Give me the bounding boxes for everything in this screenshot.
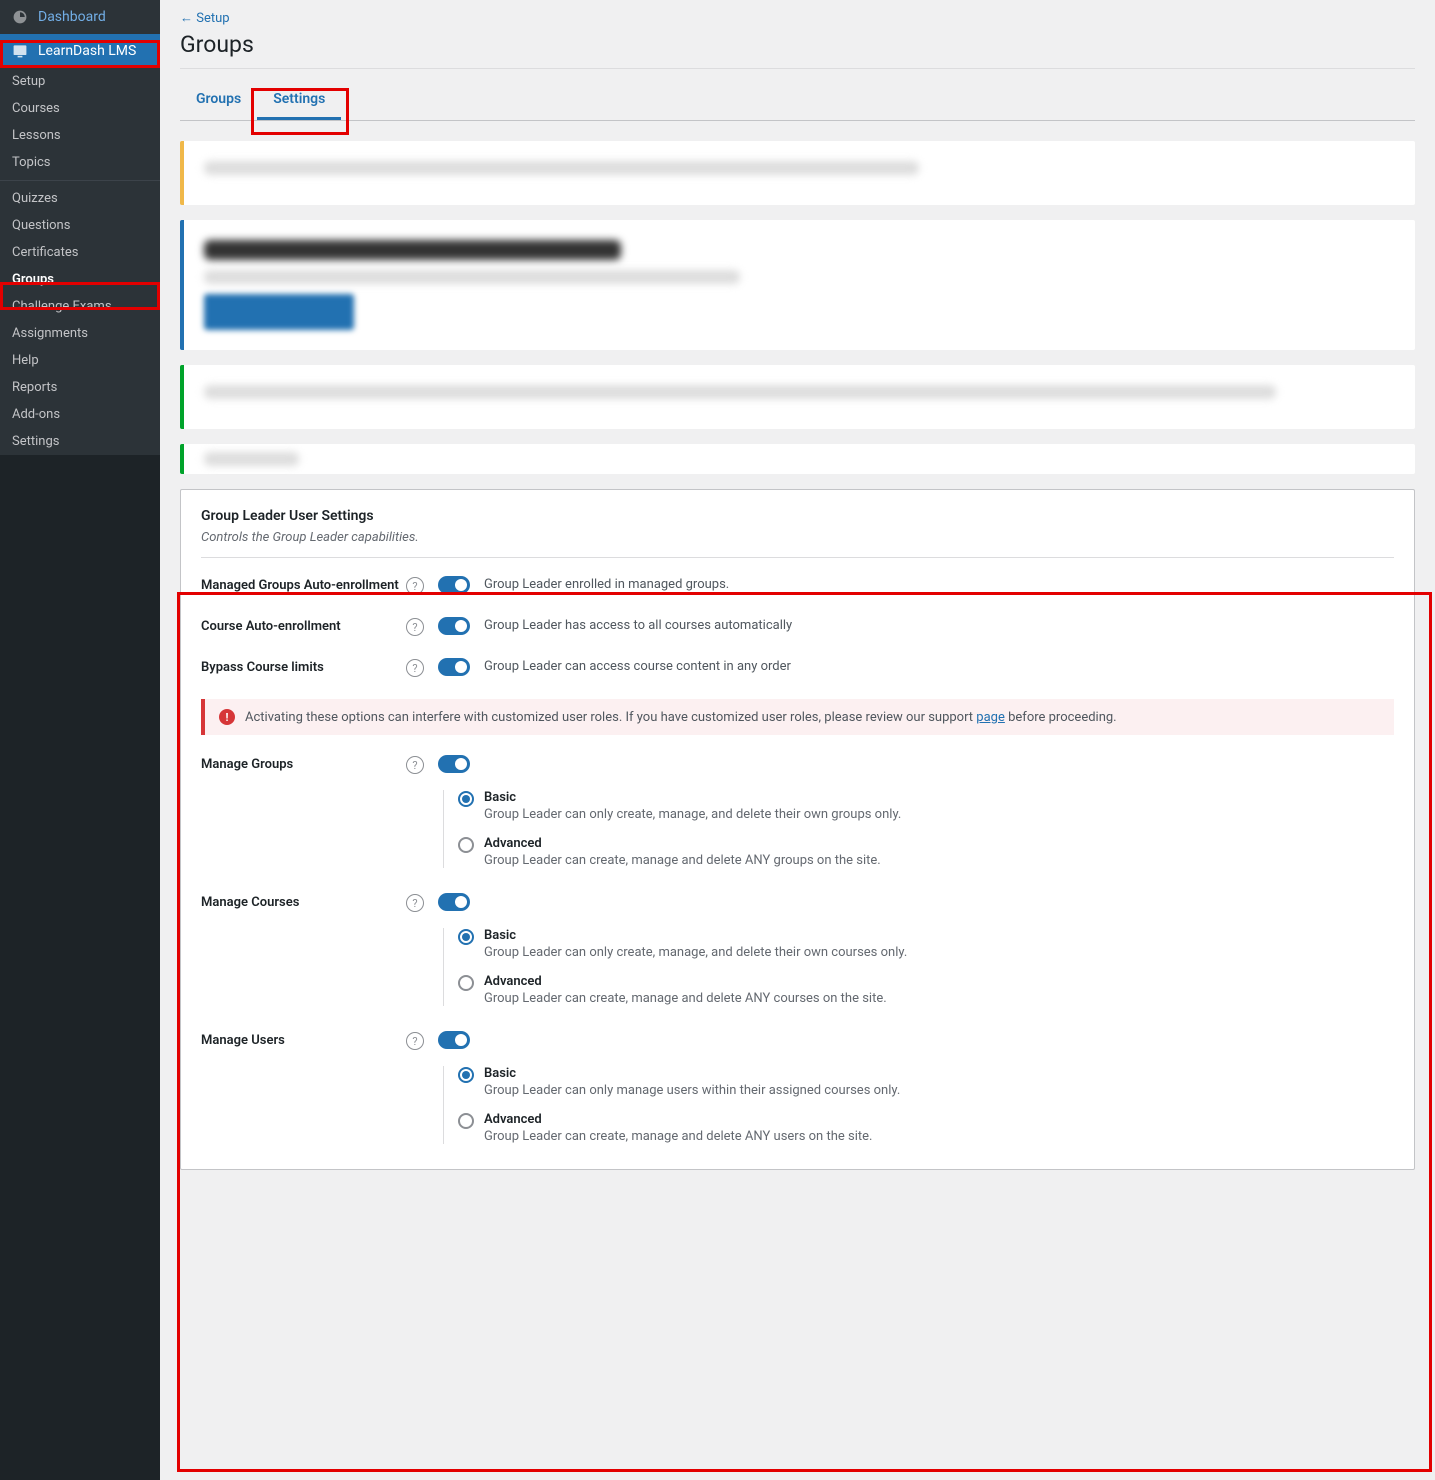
panel-description: Controls the Group Leader capabilities.: [201, 530, 1394, 558]
label-manage-groups: Manage Groups: [201, 755, 406, 772]
sidebar-item-questions[interactable]: Questions: [0, 212, 160, 239]
label-manage-courses: Manage Courses: [201, 893, 406, 910]
option-desc: Group Leader can create, manage and dele…: [484, 853, 881, 868]
label-course-autoenroll: Course Auto-enrollment: [201, 617, 406, 634]
sidebar-dashboard[interactable]: Dashboard: [0, 0, 160, 34]
warning-text-pre: Activating these options can interfere w…: [245, 710, 976, 725]
sidebar-item-courses[interactable]: Courses: [0, 95, 160, 122]
sidebar-submenu: Setup Courses Lessons Topics Quizzes Que…: [0, 68, 160, 455]
help-icon[interactable]: ?: [406, 1032, 424, 1050]
warning-notice: ! Activating these options can interfere…: [201, 699, 1394, 735]
radio-manage-courses-basic[interactable]: [458, 929, 474, 945]
option-title: Advanced: [484, 1112, 872, 1127]
help-icon[interactable]: ?: [406, 756, 424, 774]
radio-manage-users-basic[interactable]: [458, 1067, 474, 1083]
tab-groups[interactable]: Groups: [180, 81, 257, 120]
main-content: Setup Groups Groups Settings Group Leade…: [160, 0, 1435, 1480]
alert-icon: !: [219, 709, 235, 725]
toggle-managed-groups-autoenroll[interactable]: [438, 576, 470, 594]
label-managed-groups-autoenroll: Managed Groups Auto-enrollment: [201, 576, 406, 593]
option-title: Basic: [484, 790, 901, 805]
label-manage-users: Manage Users: [201, 1031, 406, 1048]
option-desc: Group Leader can create, manage and dele…: [484, 991, 887, 1006]
toggle-manage-courses[interactable]: [438, 893, 470, 911]
option-title: Basic: [484, 1066, 900, 1081]
notice-box-1: [180, 141, 1415, 205]
warning-support-link[interactable]: page: [976, 710, 1005, 725]
help-icon[interactable]: ?: [406, 894, 424, 912]
toggle-course-autoenroll[interactable]: [438, 617, 470, 635]
page-title: Groups: [180, 31, 1415, 69]
learndash-icon: [10, 41, 30, 61]
sidebar-item-groups[interactable]: Groups: [0, 266, 160, 293]
notice-box-4: [180, 444, 1415, 474]
desc-managed-groups-autoenroll: Group Leader enrolled in managed groups.: [484, 576, 729, 592]
radio-manage-courses-advanced[interactable]: [458, 975, 474, 991]
sidebar-dashboard-label: Dashboard: [38, 9, 106, 25]
desc-course-autoenroll: Group Leader has access to all courses a…: [484, 617, 792, 633]
sidebar-item-quizzes[interactable]: Quizzes: [0, 185, 160, 212]
toggle-manage-groups[interactable]: [438, 755, 470, 773]
help-icon[interactable]: ?: [406, 659, 424, 677]
option-desc: Group Leader can only create, manage, an…: [484, 807, 901, 822]
option-desc: Group Leader can create, manage and dele…: [484, 1129, 872, 1144]
sidebar-item-setup[interactable]: Setup: [0, 68, 160, 95]
label-bypass-course-limits: Bypass Course limits: [201, 658, 406, 675]
back-to-setup-link[interactable]: Setup: [180, 11, 230, 26]
option-desc: Group Leader can only create, manage, an…: [484, 945, 907, 960]
toggle-bypass-course-limits[interactable]: [438, 658, 470, 676]
sidebar-item-challenge-exams[interactable]: Challenge Exams: [0, 293, 160, 320]
sidebar-item-reports[interactable]: Reports: [0, 374, 160, 401]
tab-settings[interactable]: Settings: [257, 81, 341, 120]
toggle-manage-users[interactable]: [438, 1031, 470, 1049]
admin-sidebar: Dashboard LearnDash LMS Setup Courses Le…: [0, 0, 160, 1480]
desc-bypass-course-limits: Group Leader can access course content i…: [484, 658, 791, 674]
sidebar-item-certificates[interactable]: Certificates: [0, 239, 160, 266]
option-title: Basic: [484, 928, 907, 943]
warning-text-post: before proceeding.: [1005, 710, 1117, 725]
panel-title: Group Leader User Settings: [201, 508, 1394, 524]
help-icon[interactable]: ?: [406, 618, 424, 636]
option-desc: Group Leader can only manage users withi…: [484, 1083, 900, 1098]
notice-box-3: [180, 365, 1415, 429]
sidebar-learndash[interactable]: LearnDash LMS: [0, 34, 160, 68]
sidebar-item-settings[interactable]: Settings: [0, 428, 160, 455]
dashboard-icon: [10, 7, 30, 27]
group-leader-settings-panel: Group Leader User Settings Controls the …: [180, 489, 1415, 1170]
option-title: Advanced: [484, 836, 881, 851]
radio-manage-groups-basic[interactable]: [458, 791, 474, 807]
sidebar-item-help[interactable]: Help: [0, 347, 160, 374]
radio-manage-users-advanced[interactable]: [458, 1113, 474, 1129]
tabs: Groups Settings: [180, 81, 1415, 121]
radio-manage-groups-advanced[interactable]: [458, 837, 474, 853]
notice-box-2: [180, 220, 1415, 350]
help-icon[interactable]: ?: [406, 577, 424, 595]
sidebar-item-topics[interactable]: Topics: [0, 149, 160, 176]
sidebar-item-addons[interactable]: Add-ons: [0, 401, 160, 428]
option-title: Advanced: [484, 974, 887, 989]
sidebar-learndash-label: LearnDash LMS: [38, 43, 136, 59]
sidebar-item-assignments[interactable]: Assignments: [0, 320, 160, 347]
sidebar-item-lessons[interactable]: Lessons: [0, 122, 160, 149]
